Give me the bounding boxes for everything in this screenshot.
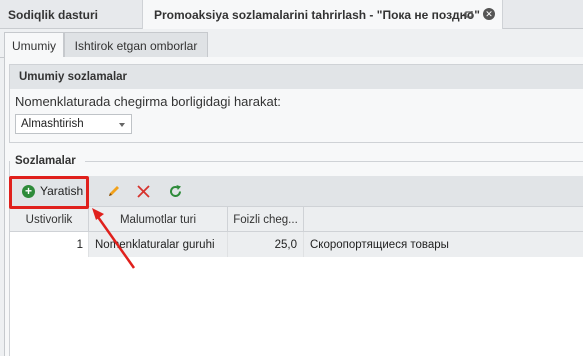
grid-header: Ustivorlik Malumotlar turi Foizli cheg..… (10, 207, 583, 232)
document-tab[interactable]: Promoaksiya sozlamalarini tahrirlash - "… (142, 0, 503, 30)
plus-circle-icon: + (22, 184, 35, 198)
tab-content: Umumiy sozlamalar Nomenklaturada chegirm… (4, 57, 583, 356)
refresh-button[interactable] (166, 176, 184, 206)
tab-omborlar[interactable]: Ishtirok etgan omborlar (64, 32, 208, 58)
edit-button[interactable] (104, 176, 122, 206)
settings-group-title: Sozlamalar (15, 155, 80, 167)
tab-omborlar-label: Ishtirok etgan omborlar (74, 38, 198, 53)
close-tab-icon[interactable]: ✕ (483, 8, 495, 20)
delete-button[interactable] (134, 176, 152, 206)
pin-icon[interactable] (462, 8, 475, 21)
tab-umumiy[interactable]: Umumiy (4, 32, 64, 59)
add-button[interactable]: + Yaratish (18, 176, 92, 206)
document-tab-title: Promoaksiya sozlamalarini tahrirlash - "… (154, 8, 480, 22)
refresh-icon (169, 184, 181, 197)
column-header-percent[interactable]: Foizli cheg... (228, 207, 304, 232)
cell-value[interactable]: Скоропортящиеся товары (304, 232, 583, 257)
close-x-icon (136, 184, 150, 198)
settings-grid: Ustivorlik Malumotlar turi Foizli cheg..… (10, 206, 583, 356)
app-title: Sodiqlik dasturi (8, 7, 99, 22)
column-header-priority[interactable]: Ustivorlik (10, 207, 89, 232)
settings-group-divider (85, 161, 583, 162)
column-header-type[interactable]: Malumotlar turi (89, 207, 228, 232)
pencil-icon (108, 185, 119, 196)
inner-tab-strip: Umumiy Ishtirok etgan omborlar (0, 29, 583, 59)
app-title-tab[interactable]: Sodiqlik dasturi (0, 0, 138, 29)
discount-action-select[interactable]: Almashtirish (15, 114, 132, 134)
add-button-label: Yaratish (40, 184, 84, 198)
document-tab-strip: Sodiqlik dasturi Promoaksiya sozlamalari… (0, 0, 583, 30)
discount-action-value: Almashtirish (21, 118, 84, 130)
cell-type[interactable]: Nomenklaturalar guruhi (89, 232, 228, 257)
chevron-down-icon[interactable] (119, 123, 125, 127)
table-row[interactable]: 1 Nomenklaturalar guruhi 25,0 Скоропортя… (10, 232, 583, 257)
tab-umumiy-label: Umumiy (12, 39, 56, 53)
cell-priority[interactable]: 1 (10, 232, 89, 257)
discount-action-label: Nomenklaturada chegirma borligidagi hara… (15, 94, 281, 109)
cell-percent[interactable]: 25,0 (228, 232, 304, 257)
settings-toolbar: + Yaratish (10, 176, 583, 206)
general-settings-header: Umumiy sozlamalar (10, 65, 583, 89)
